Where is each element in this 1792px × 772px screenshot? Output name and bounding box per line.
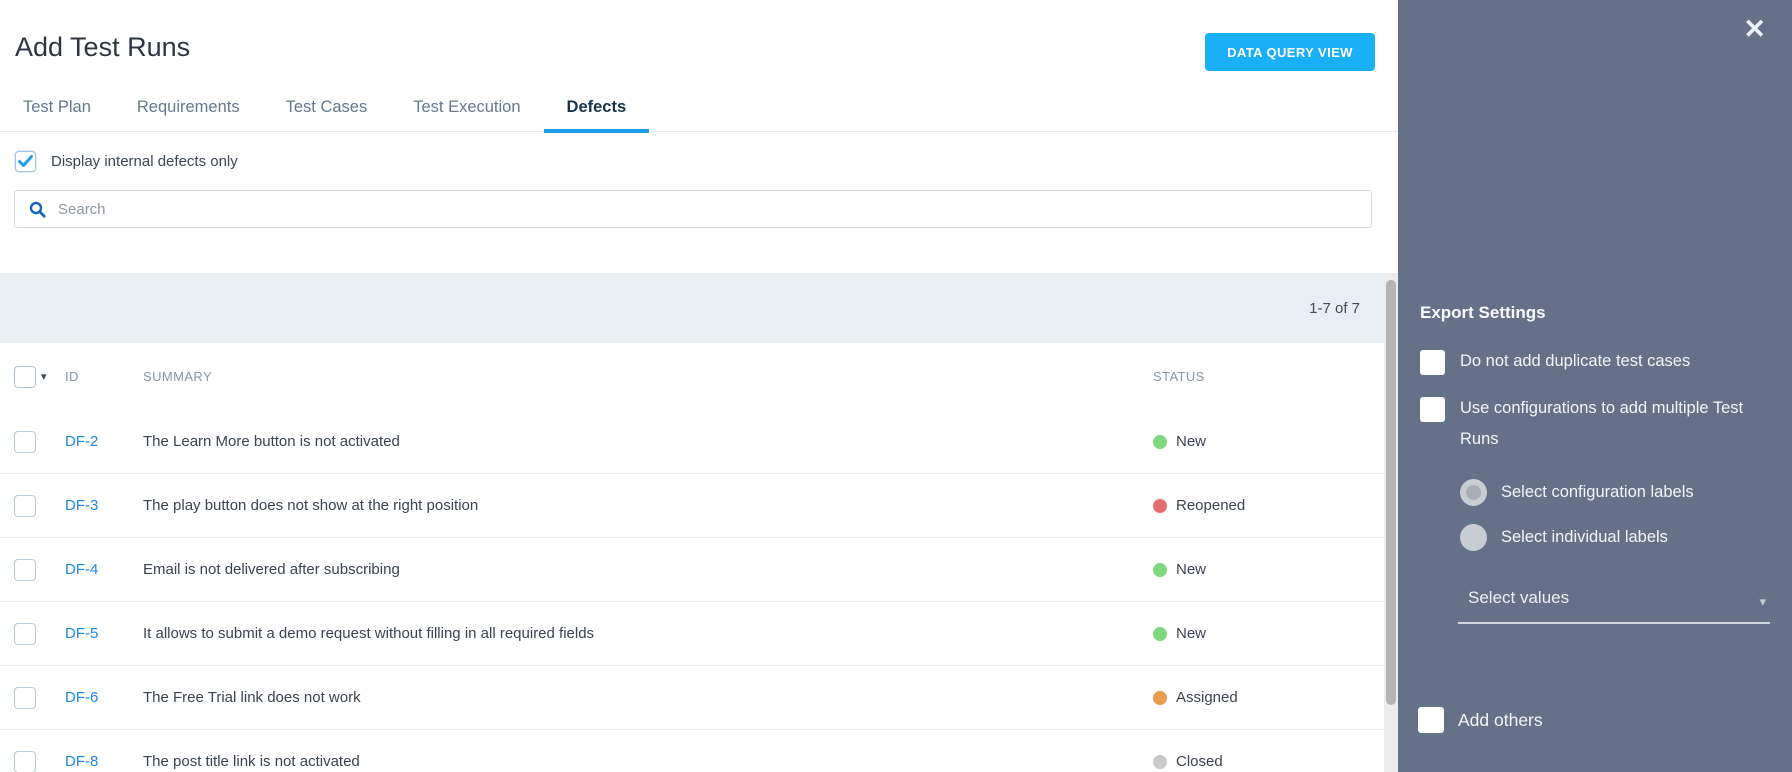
defect-id-link[interactable]: DF-6 <box>65 689 98 706</box>
table-row: DF-3 The play button does not show at th… <box>0 474 1398 538</box>
row-checkbox[interactable] <box>14 751 36 772</box>
pagination-label: 1-7 of 7 <box>1309 300 1360 317</box>
configuration-labels-option: Select configuration labels <box>1460 479 1694 506</box>
defect-summary: Email is not delivered after subscribing <box>143 561 400 578</box>
search-icon <box>29 201 46 218</box>
tab-defects[interactable]: Defects <box>544 98 650 131</box>
column-header-summary: SUMMARY <box>143 369 212 384</box>
search-box <box>14 190 1372 228</box>
export-settings-title: Export Settings <box>1420 303 1546 323</box>
status-label: Reopened <box>1176 497 1245 514</box>
add-others-checkbox[interactable] <box>1418 707 1444 733</box>
defect-summary: The Learn More button is not activated <box>143 433 400 450</box>
display-internal-defects-checkbox[interactable] <box>15 151 36 172</box>
defect-id-link[interactable]: DF-2 <box>65 433 98 450</box>
status-dot <box>1153 499 1167 513</box>
configuration-labels-label: Select configuration labels <box>1501 483 1694 502</box>
row-checkbox[interactable] <box>14 623 36 645</box>
status-dot <box>1153 691 1167 705</box>
status-label: New <box>1176 433 1206 450</box>
row-checkbox[interactable] <box>14 559 36 581</box>
individual-labels-option: Select individual labels <box>1460 524 1668 551</box>
add-others-label: Add others <box>1458 710 1543 731</box>
defect-summary: The Free Trial link does not work <box>143 689 361 706</box>
internal-defects-filter: Display internal defects only <box>15 151 238 172</box>
column-header-status: STATUS <box>1153 369 1205 384</box>
table-row: DF-6 The Free Trial link does not work A… <box>0 666 1398 730</box>
table-header-row: ▾ ID SUMMARY STATUS <box>0 343 1398 411</box>
tab-test-execution[interactable]: Test Execution <box>390 98 543 131</box>
table-row: DF-2 The Learn More button is not activa… <box>0 410 1398 474</box>
internal-defects-label: Display internal defects only <box>51 153 238 170</box>
table-scrollbar[interactable] <box>1384 273 1398 772</box>
tab-test-plan[interactable]: Test Plan <box>0 98 114 131</box>
no-duplicates-option: Do not add duplicate test cases <box>1420 350 1690 377</box>
chevron-down-icon: ▾ <box>1759 594 1766 610</box>
status-dot <box>1153 435 1167 449</box>
select-values-dropdown[interactable]: Select values ▾ <box>1458 588 1770 624</box>
defect-id-link[interactable]: DF-3 <box>65 497 98 514</box>
data-query-view-button[interactable]: DATA QUERY VIEW <box>1205 33 1375 71</box>
status-label: Assigned <box>1176 689 1238 706</box>
check-icon <box>18 155 33 168</box>
column-header-id: ID <box>65 369 79 384</box>
tab-test-cases[interactable]: Test Cases <box>263 98 391 131</box>
use-configurations-checkbox[interactable] <box>1420 397 1445 422</box>
row-checkbox[interactable] <box>14 431 36 453</box>
table-row: DF-5 It allows to submit a demo request … <box>0 602 1398 666</box>
defect-summary: The post title link is not activated <box>143 753 360 770</box>
use-configurations-label: Use configurations to add multiple Test … <box>1460 393 1760 455</box>
status-label: New <box>1176 625 1206 642</box>
individual-labels-label: Select individual labels <box>1501 528 1668 547</box>
status-dot <box>1153 563 1167 577</box>
defects-table-body: DF-2 The Learn More button is not activa… <box>0 410 1398 772</box>
close-icon[interactable]: ✕ <box>1743 16 1766 43</box>
configuration-labels-radio[interactable] <box>1460 479 1487 506</box>
table-row: DF-8 The post title link is not activate… <box>0 730 1398 772</box>
individual-labels-radio[interactable] <box>1460 524 1487 551</box>
no-duplicates-label: Do not add duplicate test cases <box>1460 346 1690 377</box>
status-dot <box>1153 755 1167 769</box>
row-checkbox[interactable] <box>14 687 36 709</box>
row-checkbox[interactable] <box>14 495 36 517</box>
export-settings-panel: ✕ Export Settings Do not add duplicate t… <box>1398 0 1792 772</box>
defect-id-link[interactable]: DF-4 <box>65 561 98 578</box>
tab-bar: Test Plan Requirements Test Cases Test E… <box>0 88 1398 132</box>
defect-id-link[interactable]: DF-5 <box>65 625 98 642</box>
select-all-checkbox[interactable] <box>14 366 36 388</box>
status-label: Closed <box>1176 753 1223 770</box>
status-label: New <box>1176 561 1206 578</box>
no-duplicates-checkbox[interactable] <box>1420 350 1445 375</box>
status-dot <box>1153 627 1167 641</box>
select-values-label: Select values <box>1468 588 1569 607</box>
main-panel: Add Test Runs DATA QUERY VIEW Test Plan … <box>0 0 1398 772</box>
add-test-runs-screen: Add Test Runs DATA QUERY VIEW Test Plan … <box>0 0 1792 772</box>
defect-summary: The play button does not show at the rig… <box>143 497 478 514</box>
select-all-caret-icon[interactable]: ▾ <box>41 370 47 383</box>
radio-dot <box>1466 485 1481 500</box>
table-toolbar-band: 1-7 of 7 <box>0 273 1398 343</box>
defect-summary: It allows to submit a demo request witho… <box>143 625 594 642</box>
sidebar-footer: Add others <box>1418 707 1778 733</box>
page-title: Add Test Runs <box>15 32 190 63</box>
search-input[interactable] <box>56 200 1371 219</box>
use-configurations-option: Use configurations to add multiple Test … <box>1420 397 1760 455</box>
scrollbar-thumb[interactable] <box>1386 280 1396 705</box>
defect-id-link[interactable]: DF-8 <box>65 753 98 770</box>
table-row: DF-4 Email is not delivered after subscr… <box>0 538 1398 602</box>
tab-requirements[interactable]: Requirements <box>114 98 263 131</box>
